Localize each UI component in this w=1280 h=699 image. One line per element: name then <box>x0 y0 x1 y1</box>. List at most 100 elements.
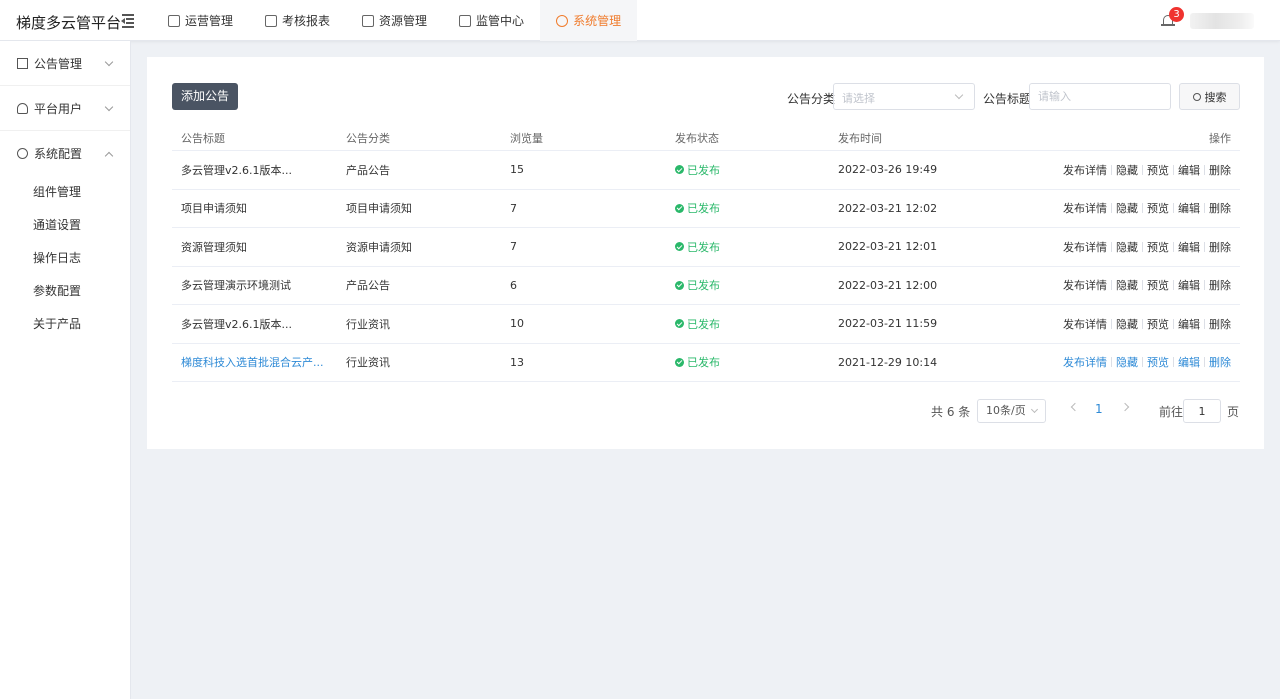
announcement-category: 产品公告 <box>346 163 390 177</box>
row-actions: 发布详情 隐藏 预览 编辑 删除 <box>1063 151 1231 189</box>
publish-detail-link[interactable]: 发布详情 <box>1063 162 1107 178</box>
action-divider <box>1111 318 1112 329</box>
table-row: 多云管理v2.6.1版本... 产品公告 15 已发布 2022-03-26 19:49… <box>172 151 1240 190</box>
row-actions: 发布详情 隐藏 预览 编辑 删除 <box>1063 267 1231 305</box>
delete-link[interactable]: 删除 <box>1209 354 1231 370</box>
goto-page-input[interactable] <box>1183 399 1221 423</box>
announcement-title[interactable]: 梯度科技入选首批混合云产... <box>181 344 324 382</box>
status-text: 已发布 <box>687 240 720 254</box>
search-button[interactable]: 搜索 <box>1179 83 1240 110</box>
hide-link[interactable]: 隐藏 <box>1116 239 1138 255</box>
edit-link[interactable]: 编辑 <box>1178 162 1200 178</box>
gear-icon <box>556 14 569 27</box>
sidebar-group-label: 公告管理 <box>34 56 83 71</box>
sidebar-group-system-config[interactable]: 系统配置 <box>0 131 130 176</box>
sidebar-item-channels[interactable]: 通道设置 <box>0 209 130 242</box>
edit-link[interactable]: 编辑 <box>1178 277 1200 293</box>
status-badge: 已发布 <box>675 190 720 228</box>
delete-link[interactable]: 删除 <box>1209 239 1231 255</box>
action-divider <box>1142 164 1143 175</box>
preview-link[interactable]: 预览 <box>1147 354 1169 370</box>
preview-link[interactable]: 预览 <box>1147 239 1169 255</box>
page-number-current[interactable]: 1 <box>1095 402 1103 416</box>
preview-link[interactable]: 预览 <box>1147 316 1169 332</box>
page-size-value: 10条/页 <box>986 404 1026 417</box>
prev-page-icon[interactable] <box>1070 402 1080 412</box>
notification-badge: 3 <box>1169 7 1184 22</box>
user-menu[interactable] <box>1190 13 1254 29</box>
preview-link[interactable]: 预览 <box>1147 162 1169 178</box>
hide-link[interactable]: 隐藏 <box>1116 354 1138 370</box>
publish-detail-link[interactable]: 发布详情 <box>1063 316 1107 332</box>
publish-detail-link[interactable]: 发布详情 <box>1063 239 1107 255</box>
chevron-down-icon <box>954 90 964 100</box>
action-divider <box>1204 164 1205 175</box>
edit-link[interactable]: 编辑 <box>1178 316 1200 332</box>
sidebar-group-users[interactable]: 平台用户 <box>0 86 130 131</box>
row-actions: 发布详情 隐藏 预览 编辑 删除 <box>1063 228 1231 266</box>
page-suffix-label: 页 <box>1227 405 1240 419</box>
add-announcement-button[interactable]: 添加公告 <box>172 83 238 110</box>
sidebar-group-announcements[interactable]: 公告管理 <box>0 41 130 86</box>
action-divider <box>1142 203 1143 214</box>
status-badge: 已发布 <box>675 228 720 266</box>
edit-link[interactable]: 编辑 <box>1178 354 1200 370</box>
hide-link[interactable]: 隐藏 <box>1116 162 1138 178</box>
nav-item-ops[interactable]: 运营管理 <box>152 0 249 41</box>
table-row: 资源管理须知 资源申请须知 7 已发布 2022-03-21 12:01 发布详情 隐藏 预览… <box>172 228 1240 267</box>
publish-time: 2022-03-21 12:00 <box>838 278 938 292</box>
delete-link[interactable]: 删除 <box>1209 162 1231 178</box>
page-size-select[interactable]: 10条/页 <box>977 399 1046 423</box>
action-divider <box>1204 203 1205 214</box>
sidebar-group-label: 平台用户 <box>34 101 83 116</box>
announcement-views: 10 <box>510 317 524 331</box>
publish-detail-link[interactable]: 发布详情 <box>1063 277 1107 293</box>
preview-link[interactable]: 预览 <box>1147 277 1169 293</box>
status-badge: 已发布 <box>675 344 720 382</box>
sidebar-item-components[interactable]: 组件管理 <box>0 176 130 209</box>
sidebar: 公告管理 平台用户 系统配置 组件管理 通道设置 操作日志 参数配置 关于产品 <box>0 41 131 699</box>
announcement-table: 公告标题 公告分类 浏览量 发布状态 发布时间 操作 多云管理v2.6.1版本.… <box>172 125 1240 382</box>
nav-item-reports[interactable]: 考核报表 <box>249 0 346 41</box>
delete-link[interactable]: 删除 <box>1209 316 1231 332</box>
next-page-icon[interactable] <box>1120 402 1130 412</box>
status-text: 已发布 <box>687 279 720 293</box>
sidebar-item-parameters[interactable]: 参数配置 <box>0 275 130 308</box>
nav-item-resources[interactable]: 资源管理 <box>346 0 443 41</box>
hide-link[interactable]: 隐藏 <box>1116 200 1138 216</box>
action-divider <box>1173 203 1174 214</box>
check-circle-icon <box>675 203 684 213</box>
nav-item-label: 系统管理 <box>573 14 622 28</box>
action-divider <box>1111 164 1112 175</box>
hide-link[interactable]: 隐藏 <box>1116 316 1138 332</box>
announcement-views: 15 <box>510 163 524 177</box>
hide-link[interactable]: 隐藏 <box>1116 277 1138 293</box>
nav-item-monitor[interactable]: 监管中心 <box>443 0 540 41</box>
publish-detail-link[interactable]: 发布详情 <box>1063 200 1107 216</box>
check-circle-icon <box>675 280 684 290</box>
category-select[interactable]: 请选择 <box>833 83 975 110</box>
sidebar-item-about[interactable]: 关于产品 <box>0 308 130 341</box>
status-badge: 已发布 <box>675 305 720 343</box>
table-row: 多云管理v2.6.1版本... 行业资讯 10 已发布 2022-03-21 11:59… <box>172 305 1240 344</box>
edit-link[interactable]: 编辑 <box>1178 200 1200 216</box>
action-divider <box>1173 280 1174 291</box>
nav-item-system[interactable]: 系统管理 <box>540 0 638 41</box>
top-bar: 梯度多云管平台 运营管理 考核报表 资源管理 监管中心 系统管理 3 <box>0 0 1280 41</box>
menu-collapse-icon[interactable] <box>120 12 136 28</box>
search-button-label: 搜索 <box>1204 90 1227 104</box>
publish-detail-link[interactable]: 发布详情 <box>1063 354 1107 370</box>
column-header: 操作 <box>1209 131 1231 145</box>
action-divider <box>1111 203 1112 214</box>
edit-link[interactable]: 编辑 <box>1178 239 1200 255</box>
search-icon <box>1192 92 1201 101</box>
status-badge: 已发布 <box>675 151 720 189</box>
preview-link[interactable]: 预览 <box>1147 200 1169 216</box>
app-title: 梯度多云管平台 <box>16 14 122 32</box>
sidebar-item-operation-log[interactable]: 操作日志 <box>0 242 130 275</box>
action-divider <box>1173 241 1174 252</box>
delete-link[interactable]: 删除 <box>1209 200 1231 216</box>
delete-link[interactable]: 删除 <box>1209 277 1231 293</box>
announcement-views: 7 <box>510 201 517 215</box>
title-search-input[interactable] <box>1029 83 1171 110</box>
